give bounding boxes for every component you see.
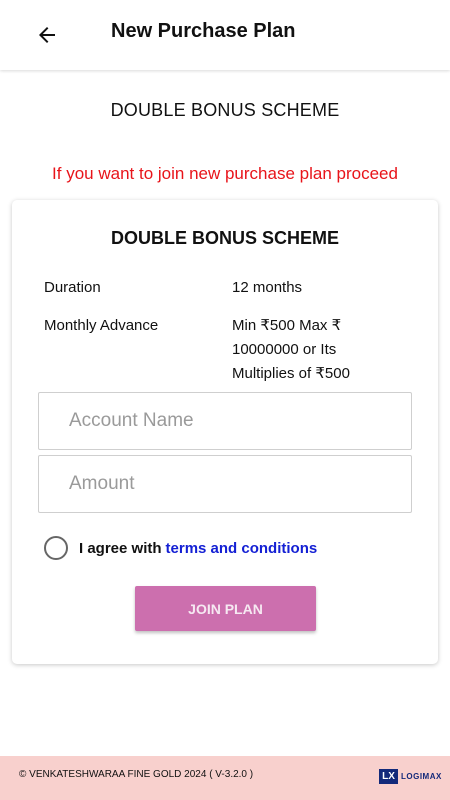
card-title: DOUBLE BONUS SCHEME	[110, 228, 339, 248]
monthly-advance-label: Monthly Advance	[44, 317, 159, 334]
agree-text: I agree with	[79, 539, 162, 557]
scheme-card: DOUBLE BONUS SCHEME Duration 12 months M…	[12, 200, 438, 664]
account-name-input[interactable]	[39, 393, 411, 449]
logimax-logo: LX LOGIMAX	[379, 769, 442, 784]
footer: © VENKATESHWARAA FINE GOLD 2024 ( V-3.2.…	[0, 756, 450, 800]
amount-input[interactable]	[39, 456, 411, 512]
duration-value: 12 months	[232, 279, 303, 296]
copyright-text: © VENKATESHWARAA FINE GOLD 2024 ( V-3.2.…	[19, 769, 254, 780]
monthly-advance-value: Min ₹500 Max ₹ 10000000 or Its Multiplie…	[232, 317, 350, 382]
back-button[interactable]	[30, 18, 64, 52]
terms-link[interactable]: terms and conditions	[166, 540, 318, 557]
scheme-heading: DOUBLE BONUS SCHEME	[110, 100, 340, 120]
duration-label: Duration	[44, 279, 101, 296]
amount-field	[38, 455, 412, 513]
page-title: New Purchase Plan	[111, 20, 296, 42]
account-name-field	[38, 392, 412, 450]
arrow-left-icon	[39, 27, 55, 43]
join-plan-button[interactable]: JOIN PLAN	[135, 586, 316, 631]
app-bar: New Purchase Plan	[0, 0, 450, 70]
proceed-message: If you want to join new purchase plan pr…	[52, 164, 398, 183]
agree-radio[interactable]	[44, 536, 68, 560]
logo-mark-icon: LX	[379, 769, 398, 784]
logo-text: LOGIMAX	[401, 772, 442, 781]
agree-row: I agree with terms and conditions	[44, 536, 317, 560]
